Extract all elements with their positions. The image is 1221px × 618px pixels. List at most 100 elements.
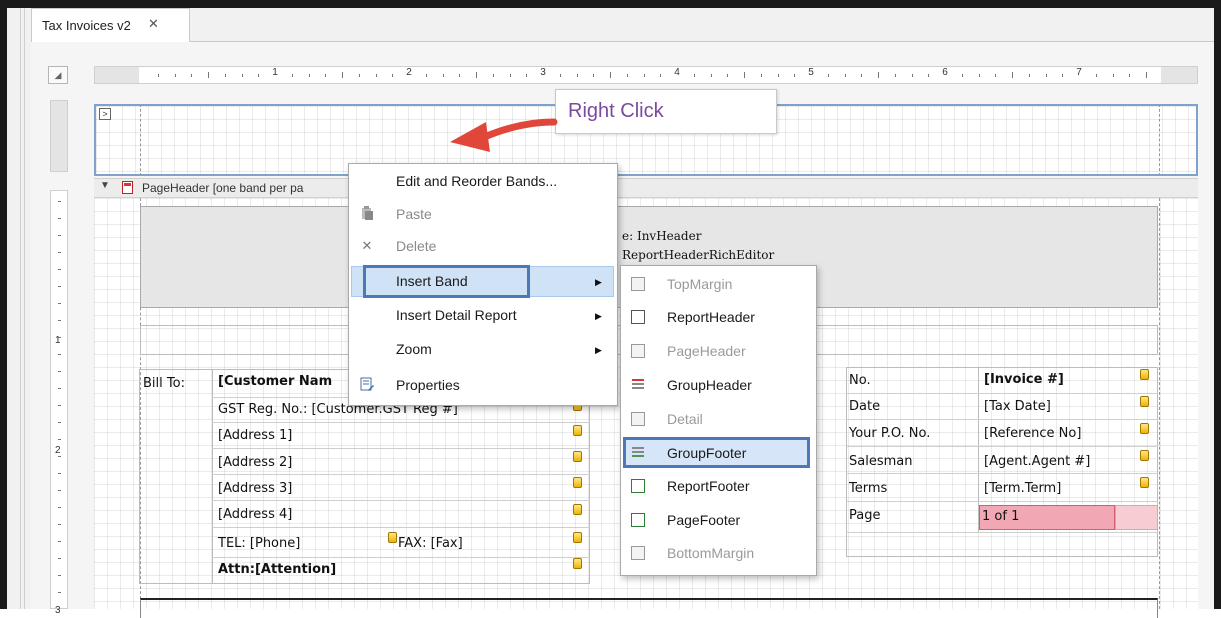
menu-item-paste[interactable]: [348, 200, 618, 231]
ruler-number: 6: [942, 67, 948, 78]
ruler-tick: [58, 507, 61, 508]
submenu-item-label: ReportFooter: [667, 478, 750, 494]
page-footer-band-icon: [631, 513, 645, 527]
ruler-tick: [58, 201, 61, 202]
ruler-tick: [559, 74, 561, 77]
menu-item-label: Zoom: [396, 341, 432, 357]
data-field-icon: [573, 477, 582, 488]
menu-item-label: Properties: [396, 377, 460, 393]
horizontal-ruler: 1 2 3 4 5 6 7: [94, 66, 1198, 84]
ruler-tick: [1012, 72, 1013, 78]
terms-label: Terms: [849, 481, 888, 496]
address4-field[interactable]: [Address 4]: [218, 507, 292, 522]
ruler-tick: [58, 354, 61, 355]
submenu-item-detail[interactable]: [620, 405, 817, 436]
ruler-margin-left: [95, 67, 139, 83]
ruler-tick: [492, 74, 494, 77]
paste-icon: [360, 206, 374, 220]
ruler-tick: [58, 320, 61, 321]
row-divider: [212, 527, 590, 528]
data-field-icon: [1140, 423, 1149, 434]
ruler-tick: [610, 72, 611, 78]
row-divider: [846, 393, 1158, 394]
bill-to-label: Bill To:: [143, 376, 185, 391]
ruler-number: 7: [1076, 67, 1082, 78]
ruler-tick: [191, 74, 193, 77]
ruler-tick: [58, 490, 61, 491]
menu-item-insert-band[interactable]: [348, 266, 618, 297]
ruler-tick: [392, 74, 394, 77]
ruler-tick: [58, 558, 61, 559]
menu-item-delete[interactable]: [348, 232, 618, 263]
data-field-icon: [573, 425, 582, 436]
ruler-tick: [375, 74, 377, 77]
properties-icon: [360, 377, 374, 391]
submenu-item-label: GroupHeader: [667, 377, 752, 393]
collapse-caret-icon[interactable]: ▼: [100, 180, 110, 191]
ruler-tick: [58, 473, 61, 474]
vertical-ruler-top-margin: [50, 100, 68, 172]
ruler-tick: [325, 74, 327, 77]
ruler-tick: [961, 74, 963, 77]
ruler-number: 3: [540, 67, 546, 78]
salesman-field[interactable]: [Agent.Agent #]: [984, 454, 1090, 469]
po-field[interactable]: [Reference No]: [984, 426, 1081, 441]
attention-field[interactable]: Attn:[Attention]: [218, 562, 336, 577]
phone-field[interactable]: TEL: [Phone]: [218, 536, 300, 551]
ruler-number: 2: [55, 445, 61, 456]
address1-field[interactable]: [Address 1]: [218, 428, 292, 443]
ruler-corner-button[interactable]: ◢: [48, 66, 68, 84]
date-field[interactable]: [Tax Date]: [984, 399, 1051, 414]
ruler-tick: [58, 371, 61, 372]
detail-band-icon: [631, 412, 645, 426]
ruler-tick: [58, 439, 61, 440]
terms-field[interactable]: [Term.Term]: [984, 481, 1061, 496]
data-field-icon: [1140, 450, 1149, 461]
ruler-tick: [58, 388, 61, 389]
page-number-cell-extension[interactable]: [1115, 505, 1158, 530]
data-field-icon: [1140, 477, 1149, 488]
data-field-icon: [573, 504, 582, 515]
menu-item-properties[interactable]: [348, 370, 618, 401]
ruler-tick: [308, 74, 310, 77]
menu-item-label: Insert Detail Report: [396, 307, 517, 323]
row-divider: [846, 501, 1158, 502]
ruler-tick: [157, 74, 159, 77]
ruler-tick: [425, 74, 427, 77]
page-field[interactable]: 1 of 1: [982, 509, 1019, 524]
customer-name-field[interactable]: [Customer Nam: [218, 374, 332, 389]
band-expand-icon[interactable]: >: [99, 108, 111, 120]
ruler-tick: [576, 74, 578, 77]
data-field-icon: [388, 532, 397, 543]
ruler-number: 2: [406, 67, 412, 78]
vertical-ruler: 1 2 3: [50, 190, 68, 616]
address2-field[interactable]: [Address 2]: [218, 455, 292, 470]
fax-field[interactable]: FAX: [Fax]: [398, 536, 463, 551]
menu-item-zoom[interactable]: [348, 334, 618, 365]
ruler-tick: [459, 74, 461, 77]
submenu-item-label: PageHeader: [667, 343, 746, 359]
group-header-band-icon: [631, 377, 645, 391]
ruler-number: 1: [55, 335, 61, 346]
ruler-tick: [978, 74, 980, 77]
ruler-number: 4: [674, 67, 680, 78]
side-divider: [24, 8, 25, 609]
row-divider: [212, 448, 590, 449]
ruler-tick: [894, 74, 896, 77]
data-field-icon: [1140, 369, 1149, 380]
ruler-tick: [58, 456, 61, 457]
submenu-item-label: GroupFooter: [667, 445, 747, 461]
close-icon[interactable]: ✕: [148, 16, 159, 32]
address3-field[interactable]: [Address 3]: [218, 481, 292, 496]
ruler-tick: [58, 218, 61, 219]
salesman-label: Salesman: [849, 454, 913, 469]
group-footer-band-icon: [631, 445, 645, 459]
ruler-tick: [777, 74, 779, 77]
ruler-tick: [58, 303, 61, 304]
invoice-no-field[interactable]: [Invoice #]: [984, 372, 1064, 387]
ruler-tick: [258, 74, 260, 77]
submenu-item-label: TopMargin: [667, 276, 733, 292]
detail-table-top[interactable]: [140, 598, 1158, 618]
page-header-band-icon: [122, 181, 133, 194]
rich-editor-name: e: InvHeader: [622, 229, 702, 243]
